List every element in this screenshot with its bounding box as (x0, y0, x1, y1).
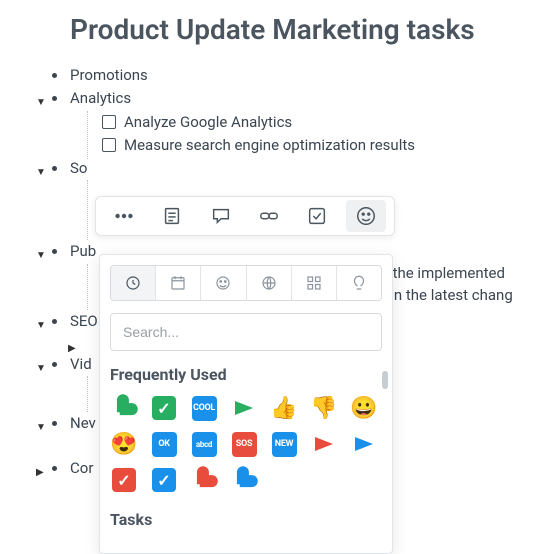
tab-activity[interactable] (247, 266, 292, 300)
section-heading-frequent: Frequently Used (110, 365, 382, 384)
chevron-down-icon[interactable] (36, 361, 46, 377)
item-label: SEO (70, 312, 98, 330)
emoji-new[interactable]: NEW (270, 430, 298, 458)
chevron-right-icon[interactable] (36, 465, 44, 481)
chevron-down-icon[interactable] (36, 318, 46, 334)
emoji-ok[interactable]: OK (150, 430, 178, 458)
emoji-check-green[interactable]: ✓ (150, 394, 178, 422)
checkbox[interactable] (102, 115, 116, 129)
bullet-icon (52, 249, 57, 254)
guide-line (87, 376, 88, 412)
item-label: So (70, 159, 87, 177)
emoji-green-heart[interactable] (110, 394, 138, 422)
bullet-icon (52, 96, 57, 101)
emoji-check-blue[interactable]: ✓ (150, 466, 178, 494)
guide-line (87, 180, 88, 240)
bullet-icon (52, 362, 57, 367)
task-button[interactable] (297, 200, 337, 232)
checkbox[interactable] (102, 138, 116, 152)
bullet-icon (52, 319, 57, 324)
emoji-picker: Frequently Used ✓ COOL 👍 👎 😀 😍 OK abcd S… (99, 254, 393, 554)
emoji-abcd[interactable]: abcd (190, 430, 218, 458)
chevron-down-icon[interactable] (36, 420, 46, 436)
tab-recent[interactable] (111, 266, 156, 300)
emoji-button[interactable] (346, 200, 386, 232)
more-button[interactable] (104, 200, 144, 232)
emoji-check-red[interactable]: ✓ (110, 466, 138, 494)
item-label: Pub (70, 242, 96, 260)
emoji-heart-eyes[interactable]: 😍 (110, 430, 138, 458)
guide-line (87, 264, 88, 310)
emoji-blue-heart[interactable] (230, 466, 258, 494)
list-item[interactable]: Analyze Google Analytics (62, 111, 540, 134)
bullet-icon (52, 421, 57, 426)
bullet-icon (52, 166, 57, 171)
item-label: Measure search engine optimization resul… (124, 136, 415, 154)
formatting-toolbar (95, 196, 395, 236)
list-item[interactable]: Measure search engine optimization resul… (62, 134, 540, 157)
emoji-thumbs-down[interactable]: 👎 (310, 394, 338, 422)
list-item[interactable]: Promotions (30, 64, 540, 87)
emoji-red-heart[interactable] (190, 466, 218, 494)
bullet-icon (52, 73, 57, 78)
chevron-down-icon[interactable] (36, 248, 46, 264)
list-item[interactable]: So (30, 157, 540, 180)
emoji-thumbs-up[interactable]: 👍 (270, 394, 298, 422)
bullet-icon (52, 466, 57, 471)
tab-objects[interactable] (337, 266, 381, 300)
item-label: Promotions (70, 66, 148, 84)
item-label: Nev (70, 414, 96, 432)
tab-smileys[interactable] (201, 266, 246, 300)
emoji-grid: ✓ COOL 👍 👎 😀 😍 OK abcd SOS NEW ✓ ✓ (110, 394, 382, 494)
scrollbar-thumb[interactable] (382, 371, 388, 389)
tab-calendar[interactable] (156, 266, 201, 300)
emoji-sos[interactable]: SOS (230, 430, 258, 458)
link-button[interactable] (249, 200, 289, 232)
tab-symbols[interactable] (292, 266, 337, 300)
item-label: Analyze Google Analytics (124, 113, 292, 131)
emoji-flag-red[interactable] (310, 430, 338, 458)
item-label: Cor (70, 459, 93, 477)
emoji-flag-green[interactable] (230, 394, 258, 422)
chevron-down-icon[interactable] (36, 95, 46, 111)
emoji-grin[interactable]: 😀 (350, 394, 378, 422)
chevron-down-icon[interactable] (36, 165, 46, 181)
emoji-cool[interactable]: COOL (190, 394, 218, 422)
comment-button[interactable] (201, 200, 241, 232)
list-item[interactable]: Analytics (30, 87, 540, 110)
search-input[interactable] (110, 313, 382, 351)
note-button[interactable] (152, 200, 192, 232)
item-label: Vid (70, 355, 92, 373)
emoji-flag-blue[interactable] (350, 430, 378, 458)
item-label: Analytics (70, 89, 131, 107)
category-tabs (110, 265, 382, 301)
section-heading-tasks: Tasks (110, 510, 382, 529)
page-title: Product Update Marketing tasks (70, 14, 540, 46)
